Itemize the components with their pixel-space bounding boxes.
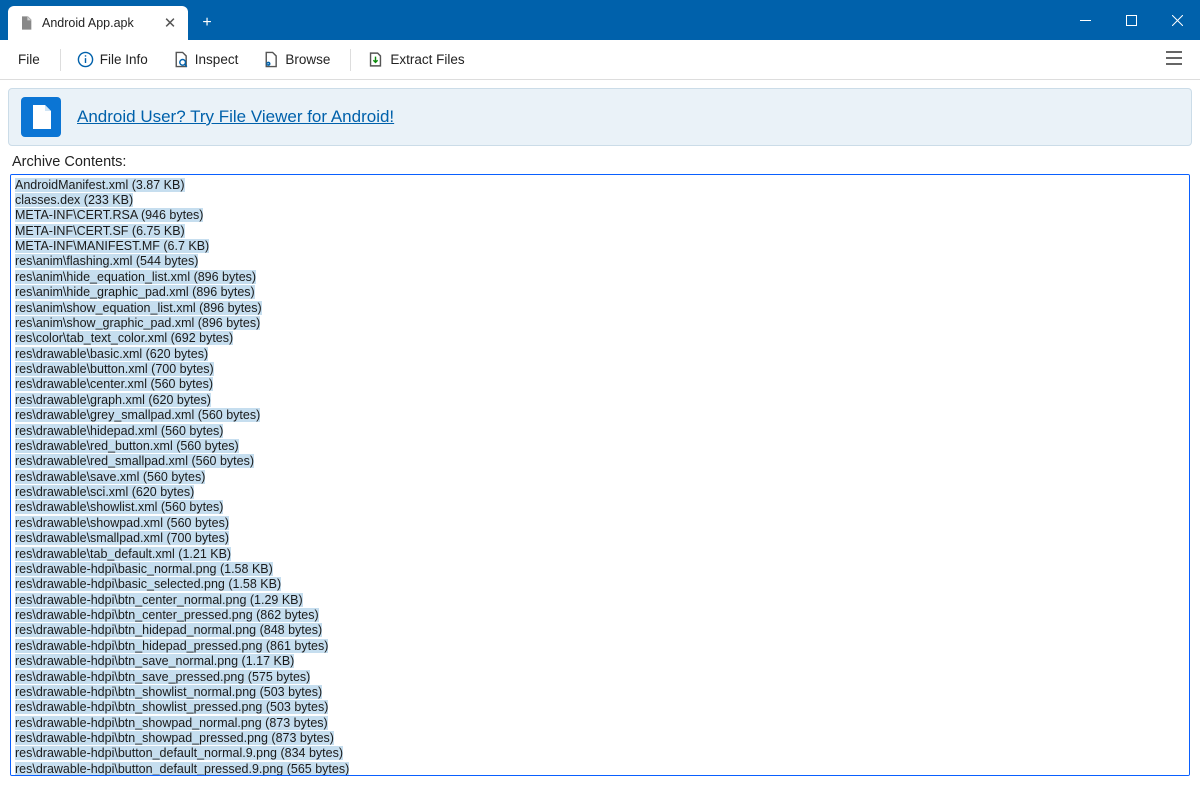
archive-entry[interactable]: res\drawable-hdpi\btn_hidepad_pressed.pn…: [11, 638, 1189, 653]
archive-entry[interactable]: res\drawable-hdpi\btn_hidepad_normal.png…: [11, 623, 1189, 638]
browse-icon: [262, 51, 279, 68]
archive-entry[interactable]: META-INF\MANIFEST.MF (6.7 KB): [11, 239, 1189, 254]
archive-entry[interactable]: res\anim\flashing.xml (544 bytes): [11, 254, 1189, 269]
promo-banner: Android User? Try File Viewer for Androi…: [8, 88, 1192, 146]
titlebar: Android App.apk ✕ +: [0, 0, 1200, 40]
archive-entry[interactable]: res\drawable-hdpi\btn_showpad_pressed.pn…: [11, 731, 1189, 746]
archive-entry[interactable]: res\drawable-hdpi\btn_showlist_pressed.p…: [11, 700, 1189, 715]
fileinfo-label: File Info: [100, 52, 148, 67]
minimize-button[interactable]: [1062, 0, 1108, 40]
archive-entry[interactable]: res\drawable\hidepad.xml (560 bytes): [11, 423, 1189, 438]
archive-entry[interactable]: res\anim\show_graphic_pad.xml (896 bytes…: [11, 315, 1189, 330]
fileinfo-button[interactable]: File Info: [67, 47, 158, 72]
archive-entry[interactable]: res\drawable-hdpi\button_default_pressed…: [11, 761, 1189, 776]
archive-entry[interactable]: res\anim\show_equation_list.xml (896 byt…: [11, 300, 1189, 315]
archive-entry[interactable]: res\drawable-hdpi\button_default_normal.…: [11, 746, 1189, 761]
archive-entry[interactable]: res\drawable-hdpi\btn_showlist_normal.pn…: [11, 684, 1189, 699]
section-label: Archive Contents:: [12, 154, 1200, 170]
extract-icon: [367, 51, 384, 68]
file-icon: [18, 15, 34, 31]
archive-entry[interactable]: res\drawable\sci.xml (620 bytes): [11, 485, 1189, 500]
archive-entry[interactable]: res\drawable\center.xml (560 bytes): [11, 377, 1189, 392]
promo-link[interactable]: Android User? Try File Viewer for Androi…: [77, 107, 394, 127]
archive-entry[interactable]: classes.dex (233 KB): [11, 192, 1189, 207]
archive-entry[interactable]: res\drawable\grey_smallpad.xml (560 byte…: [11, 408, 1189, 423]
inspect-button[interactable]: Inspect: [162, 47, 249, 72]
archive-entry[interactable]: res\drawable-hdpi\basic_normal.png (1.58…: [11, 561, 1189, 576]
archive-entry[interactable]: res\drawable-hdpi\btn_center_normal.png …: [11, 592, 1189, 607]
hamburger-menu[interactable]: [1156, 45, 1192, 74]
archive-entry[interactable]: res\drawable-hdpi\btn_showpad_normal.png…: [11, 715, 1189, 730]
toolbar: File File Info Inspect Browse Extract Fi…: [0, 40, 1200, 80]
app-icon: [21, 97, 61, 137]
file-menu-label: File: [18, 52, 40, 67]
inspect-icon: [172, 51, 189, 68]
info-icon: [77, 51, 94, 68]
inspect-label: Inspect: [195, 52, 239, 67]
archive-entry[interactable]: res\drawable\tab_default.xml (1.21 KB): [11, 546, 1189, 561]
tab-close-icon[interactable]: ✕: [162, 15, 178, 31]
file-menu[interactable]: File: [8, 48, 50, 71]
archive-entry[interactable]: res\drawable-hdpi\btn_save_normal.png (1…: [11, 654, 1189, 669]
archive-entry[interactable]: res\drawable-hdpi\btn_center_pressed.png…: [11, 608, 1189, 623]
archive-entry[interactable]: AndroidManifest.xml (3.87 KB): [11, 177, 1189, 192]
new-tab-button[interactable]: +: [192, 8, 222, 38]
archive-entry[interactable]: res\drawable\smallpad.xml (700 bytes): [11, 531, 1189, 546]
tab-active[interactable]: Android App.apk ✕: [8, 6, 188, 40]
archive-entry[interactable]: res\drawable-hdpi\btn_save_pressed.png (…: [11, 669, 1189, 684]
separator: [350, 49, 351, 71]
archive-entry[interactable]: res\drawable\red_button.xml (560 bytes): [11, 438, 1189, 453]
archive-entry[interactable]: res\drawable\showpad.xml (560 bytes): [11, 515, 1189, 530]
archive-entry[interactable]: META-INF\CERT.SF (6.75 KB): [11, 223, 1189, 238]
archive-entry[interactable]: res\drawable\red_smallpad.xml (560 bytes…: [11, 454, 1189, 469]
archive-contents[interactable]: AndroidManifest.xml (3.87 KB)classes.dex…: [10, 174, 1190, 776]
tab-title: Android App.apk: [42, 16, 162, 30]
extract-button[interactable]: Extract Files: [357, 47, 474, 72]
extract-label: Extract Files: [390, 52, 464, 67]
separator: [60, 49, 61, 71]
window-controls: [1062, 0, 1200, 40]
hamburger-icon: [1166, 51, 1182, 65]
archive-entry[interactable]: res\drawable-hdpi\basic_selected.png (1.…: [11, 577, 1189, 592]
archive-entry[interactable]: res\drawable\button.xml (700 bytes): [11, 362, 1189, 377]
archive-entry[interactable]: res\drawable\basic.xml (620 bytes): [11, 346, 1189, 361]
archive-entry[interactable]: res\anim\hide_graphic_pad.xml (896 bytes…: [11, 285, 1189, 300]
archive-entry[interactable]: res\drawable\showlist.xml (560 bytes): [11, 500, 1189, 515]
archive-entry[interactable]: res\drawable\save.xml (560 bytes): [11, 469, 1189, 484]
archive-entry[interactable]: res\color\tab_text_color.xml (692 bytes): [11, 331, 1189, 346]
maximize-button[interactable]: [1108, 0, 1154, 40]
close-button[interactable]: [1154, 0, 1200, 40]
browse-label: Browse: [285, 52, 330, 67]
archive-entry[interactable]: res\drawable\graph.xml (620 bytes): [11, 392, 1189, 407]
archive-entry[interactable]: res\anim\hide_equation_list.xml (896 byt…: [11, 269, 1189, 284]
archive-entry[interactable]: META-INF\CERT.RSA (946 bytes): [11, 208, 1189, 223]
browse-button[interactable]: Browse: [252, 47, 340, 72]
